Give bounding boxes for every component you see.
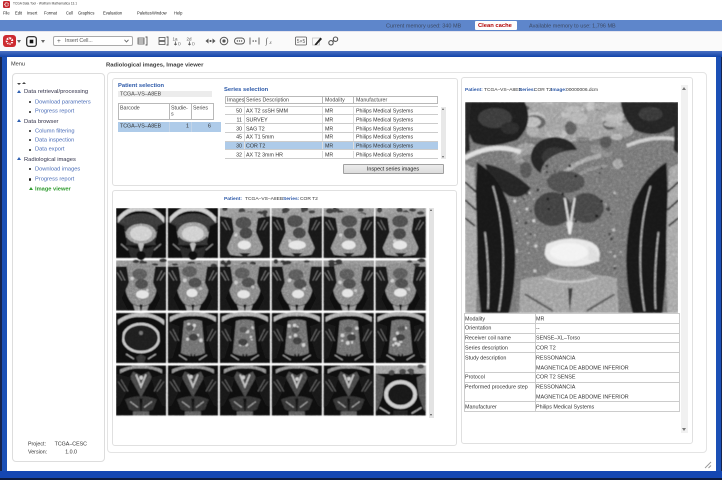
svg-text:(): () — [192, 41, 195, 46]
svg-text:(): () — [178, 41, 181, 46]
svg-text:5×5: 5×5 — [297, 39, 306, 45]
svg-text:x: x — [269, 41, 273, 46]
svg-text:∫: ∫ — [265, 37, 269, 46]
